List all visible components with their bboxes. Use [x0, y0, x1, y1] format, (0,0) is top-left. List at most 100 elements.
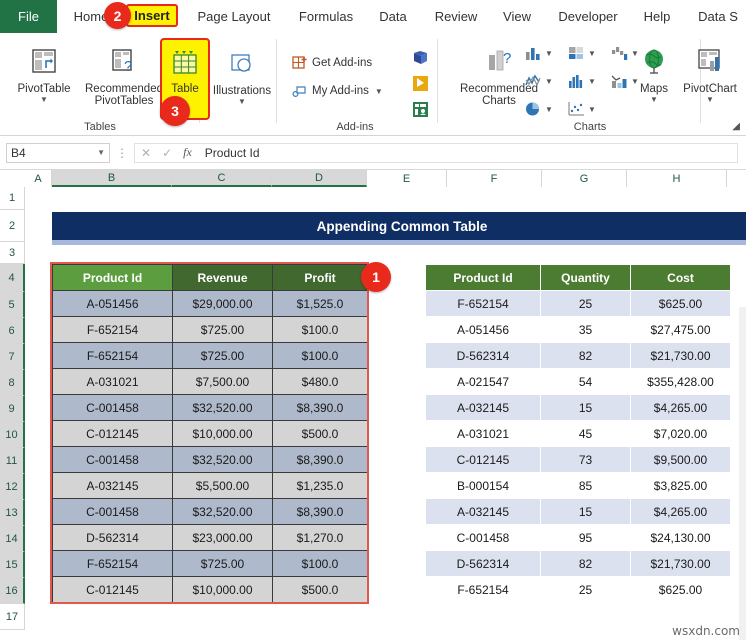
- table-cell[interactable]: D-562314: [425, 550, 541, 577]
- column-header-H[interactable]: H: [627, 170, 727, 187]
- table-cell[interactable]: B-000154: [425, 472, 541, 499]
- table-row[interactable]: A-032145 $5,500.00 $1,235.0: [52, 472, 368, 499]
- table-row[interactable]: A-051456 35 $27,475.00: [425, 316, 731, 343]
- table-cell[interactable]: 54: [540, 368, 631, 395]
- table-cell[interactable]: A-032145: [425, 394, 541, 421]
- line-chart-button[interactable]: ▼: [524, 73, 553, 89]
- table-row[interactable]: F-652154 25 $625.00: [425, 576, 731, 603]
- table-cell[interactable]: $21,730.00: [630, 550, 731, 577]
- column-header-F[interactable]: F: [447, 170, 542, 187]
- table-cell[interactable]: $27,475.00: [630, 316, 731, 343]
- ribbon-tab-review[interactable]: Review: [428, 0, 484, 33]
- row-header-4[interactable]: 4: [0, 264, 25, 292]
- row-header-11[interactable]: 11: [0, 448, 25, 474]
- table-cell[interactable]: $480.0: [272, 368, 368, 395]
- charts-dialog-launcher[interactable]: ◢: [732, 121, 740, 132]
- table-cell[interactable]: C-012145: [52, 576, 173, 603]
- table-cell[interactable]: $32,520.00: [172, 394, 273, 421]
- table-cell[interactable]: $7,500.00: [172, 368, 273, 395]
- table-cell[interactable]: 25: [540, 290, 631, 317]
- column-header-G[interactable]: G: [542, 170, 627, 187]
- chevron-down-icon[interactable]: ▼: [588, 49, 596, 58]
- table-row[interactable]: C-012145 $10,000.00 $500.0: [52, 420, 368, 447]
- chevron-down-icon[interactable]: ▼: [97, 148, 105, 157]
- table-cell[interactable]: $7,020.00: [630, 420, 731, 447]
- chevron-down-icon[interactable]: ▼: [375, 87, 383, 95]
- table-cell[interactable]: $355,428.00: [630, 368, 731, 395]
- table-cell[interactable]: C-012145: [425, 446, 541, 473]
- chevron-down-icon[interactable]: ▼: [545, 105, 553, 114]
- get-addins-button[interactable]: Get Add-ins: [292, 55, 372, 71]
- table-cell[interactable]: A-051456: [52, 290, 173, 317]
- row-header-7[interactable]: 7: [0, 344, 25, 370]
- name-box[interactable]: B4 ▼: [6, 142, 110, 163]
- column-header-D[interactable]: D: [272, 170, 367, 187]
- ribbon-tab-data-s[interactable]: Data S: [690, 0, 746, 33]
- row-header-15[interactable]: 15: [0, 552, 25, 578]
- visio-addin-icon[interactable]: [412, 49, 429, 71]
- table-row[interactable]: F-652154 $725.00 $100.0: [52, 550, 368, 577]
- pivotchart-button[interactable]: PivotChart ▼: [678, 47, 742, 104]
- vertical-scrollbar[interactable]: [739, 307, 746, 640]
- table-cell[interactable]: 35: [540, 316, 631, 343]
- row-header-8[interactable]: 8: [0, 370, 25, 396]
- table-cell[interactable]: 73: [540, 446, 631, 473]
- ribbon-tab-data[interactable]: Data: [372, 0, 414, 33]
- ribbon-tab-view[interactable]: View: [496, 0, 538, 33]
- pie-chart-button[interactable]: ▼: [524, 101, 553, 117]
- table-cell[interactable]: $23,000.00: [172, 524, 273, 551]
- row-header-5[interactable]: 5: [0, 292, 25, 318]
- table-cell[interactable]: C-001458: [52, 446, 173, 473]
- table-cell[interactable]: A-031021: [425, 420, 541, 447]
- hierarchy-chart-button[interactable]: ▼: [567, 45, 596, 61]
- table-cell[interactable]: F-652154: [52, 342, 173, 369]
- table-row[interactable]: A-032145 15 $4,265.00: [425, 498, 731, 525]
- table-row[interactable]: A-051456 $29,000.00 $1,525.0: [52, 290, 368, 317]
- table-row[interactable]: F-652154 $725.00 $100.0: [52, 342, 368, 369]
- ribbon-tab-insert[interactable]: Insert: [126, 4, 178, 27]
- table-cell[interactable]: $21,730.00: [630, 342, 731, 369]
- table-cell[interactable]: $1,235.0: [272, 472, 368, 499]
- table-cell[interactable]: $29,000.00: [172, 290, 273, 317]
- table-cell[interactable]: 95: [540, 524, 631, 551]
- table-cell[interactable]: $625.00: [630, 290, 731, 317]
- table-cell[interactable]: $32,520.00: [172, 498, 273, 525]
- illustrations-button[interactable]: Illustrations ▼: [212, 51, 272, 106]
- chevron-down-icon[interactable]: ▼: [650, 96, 658, 104]
- table-cell[interactable]: C-001458: [52, 394, 173, 421]
- insert-function-icon[interactable]: fx: [183, 145, 192, 160]
- my-addins-button[interactable]: My Add-ins ▼: [292, 83, 383, 99]
- table-cell[interactable]: D-562314: [425, 342, 541, 369]
- table-cell[interactable]: $24,130.00: [630, 524, 731, 551]
- table-cell[interactable]: A-031021: [52, 368, 173, 395]
- recommended-pivottables-button[interactable]: ? Recommended PivotTables: [78, 47, 170, 107]
- table-row[interactable]: A-032145 15 $4,265.00: [425, 394, 731, 421]
- row-header-12[interactable]: 12: [0, 474, 25, 500]
- table-cell[interactable]: 82: [540, 342, 631, 369]
- table-cell[interactable]: F-652154: [52, 316, 173, 343]
- column-header-A[interactable]: A: [25, 170, 52, 187]
- row-header-17[interactable]: 17: [0, 604, 25, 630]
- row-header-3[interactable]: 3: [0, 242, 25, 264]
- ribbon-tab-file[interactable]: File: [0, 0, 57, 33]
- row-header-6[interactable]: 6: [0, 318, 25, 344]
- row-header-16[interactable]: 16: [0, 578, 25, 604]
- row-header-10[interactable]: 10: [0, 422, 25, 448]
- table-cell[interactable]: $100.0: [272, 550, 368, 577]
- table-cell[interactable]: $1,270.0: [272, 524, 368, 551]
- table-cell[interactable]: $625.00: [630, 576, 731, 603]
- table-cell[interactable]: $725.00: [172, 342, 273, 369]
- row-header-9[interactable]: 9: [0, 396, 25, 422]
- table-cell[interactable]: $500.0: [272, 576, 368, 603]
- table-cell[interactable]: F-652154: [52, 550, 173, 577]
- row-header-13[interactable]: 13: [0, 500, 25, 526]
- table-row[interactable]: A-021547 54 $355,428.00: [425, 368, 731, 395]
- table-cell[interactable]: $10,000.00: [172, 420, 273, 447]
- row-header-1[interactable]: 1: [0, 187, 25, 210]
- table-cell[interactable]: $725.00: [172, 550, 273, 577]
- ribbon-tab-formulas[interactable]: Formulas: [290, 0, 362, 33]
- chevron-down-icon[interactable]: ▼: [545, 49, 553, 58]
- column-header-C[interactable]: C: [172, 170, 272, 187]
- table-cell[interactable]: F-652154: [425, 576, 541, 603]
- table-cell[interactable]: 15: [540, 394, 631, 421]
